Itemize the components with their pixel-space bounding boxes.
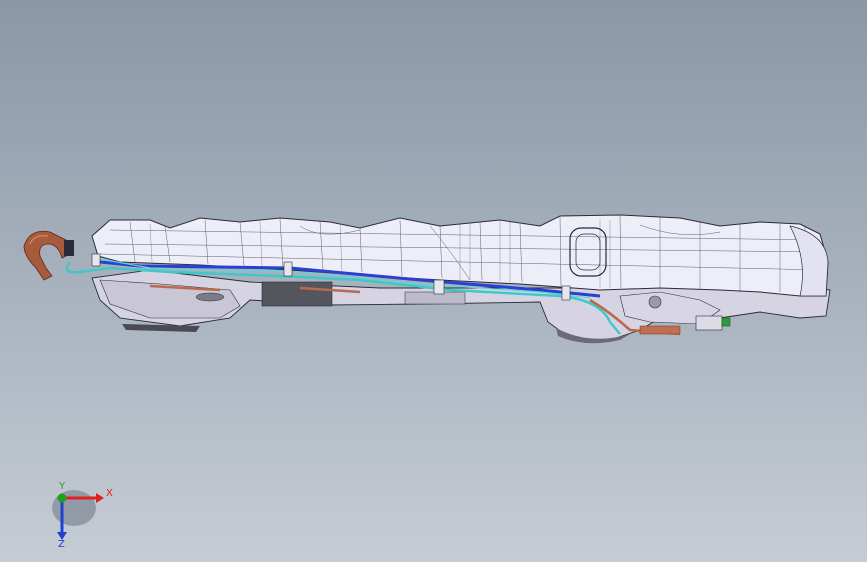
- fuel-tank-model[interactable]: [0, 0, 867, 562]
- coordinate-triad: X Y Z: [52, 481, 113, 548]
- filler-neck-hose: [23, 230, 71, 281]
- graphics-viewport[interactable]: X Y Z: [0, 0, 867, 562]
- left-mount-hole: [195, 292, 225, 302]
- triad-z-label: Z: [58, 539, 65, 548]
- center-housing: [261, 281, 333, 307]
- tank-skid-pad: [122, 324, 200, 332]
- triad-y-label: Y: [58, 481, 66, 492]
- triad-y-axis-dot: [57, 493, 67, 503]
- filler-clamp: [64, 240, 74, 256]
- triad-x-label: X: [106, 488, 113, 499]
- triad-x-arrow: [96, 493, 104, 503]
